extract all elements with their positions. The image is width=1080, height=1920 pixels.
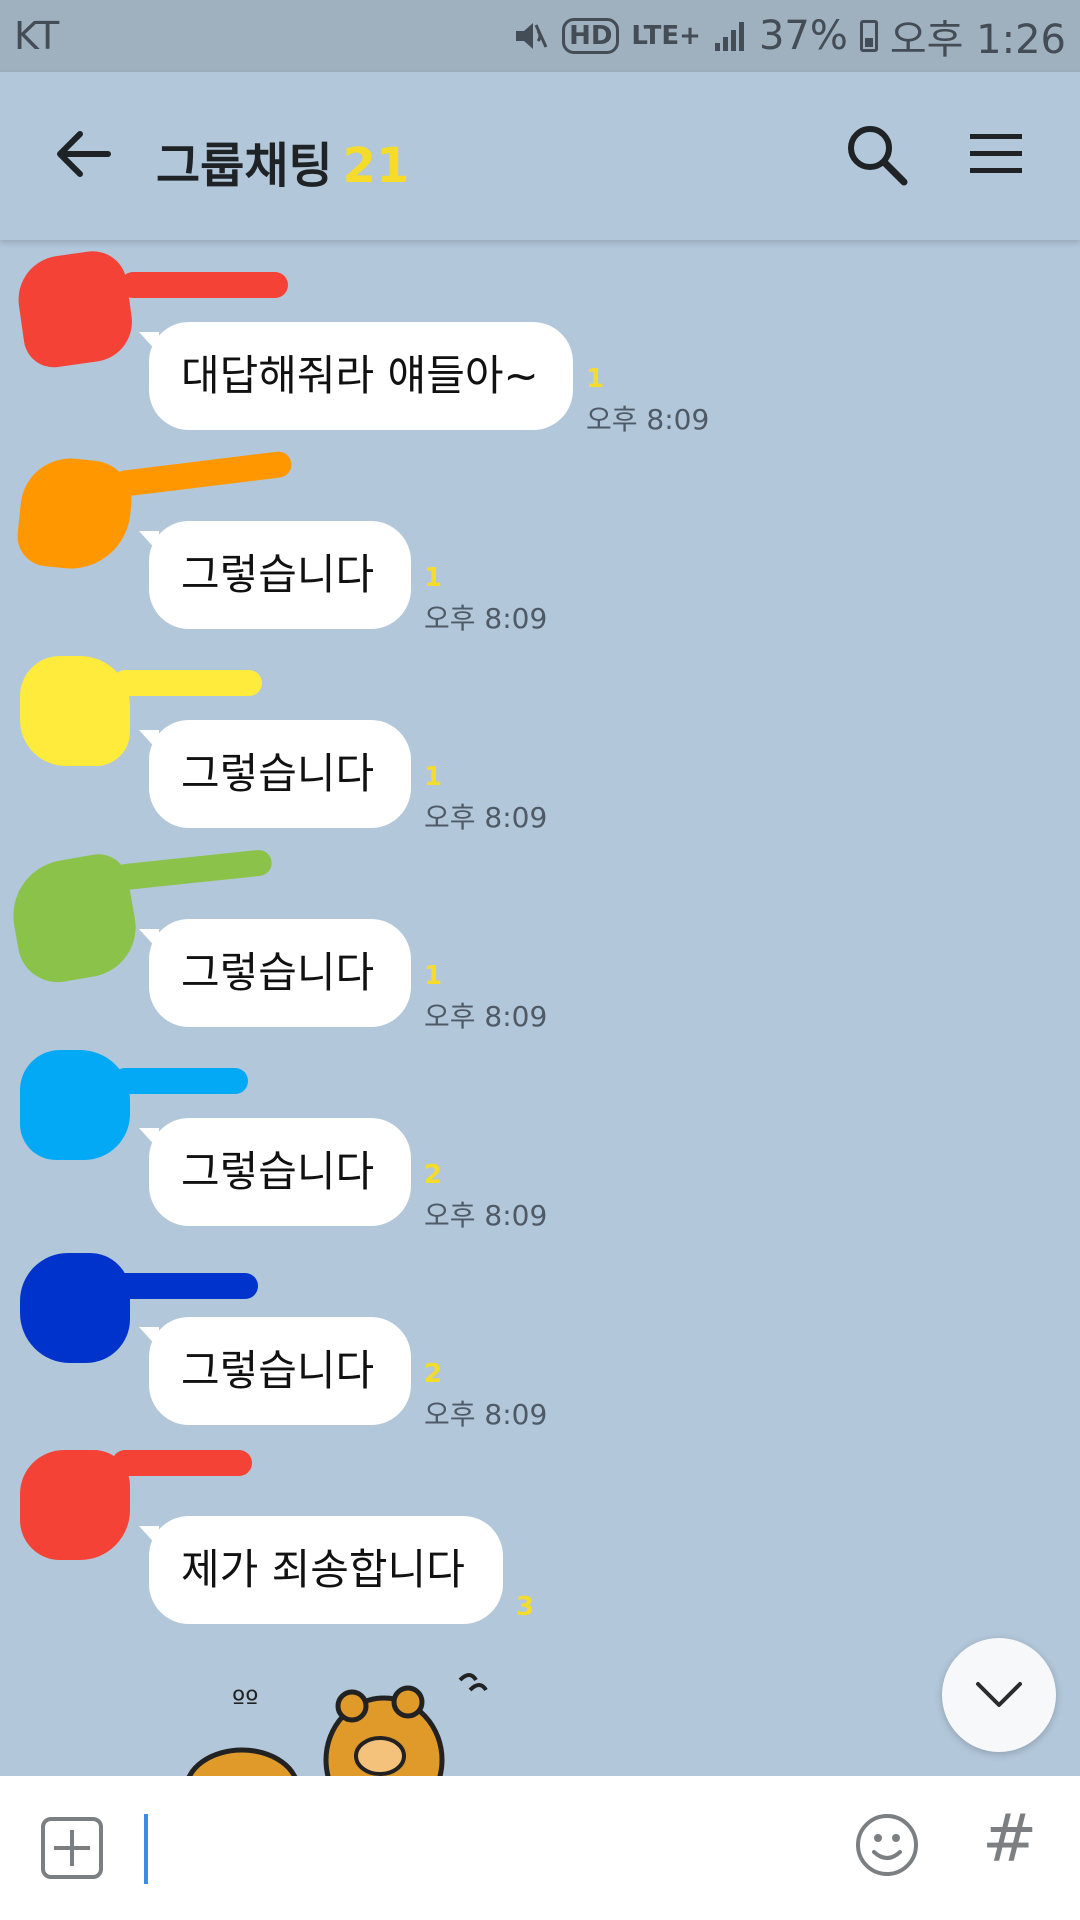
hashtag-search-button[interactable]: #: [982, 1800, 1037, 1877]
avatar[interactable]: [20, 1050, 130, 1160]
smiley-icon: [856, 1814, 918, 1876]
network-type-label: LTE+: [631, 21, 701, 51]
unread-count: 1: [586, 364, 605, 394]
message-bubble[interactable]: 그렇습니다: [139, 1317, 411, 1425]
avatar[interactable]: [20, 1253, 130, 1363]
text-cursor: [144, 1814, 148, 1884]
sender-name-redacted: [112, 670, 262, 696]
plus-icon: [41, 1817, 103, 1879]
avatar[interactable]: [12, 246, 138, 372]
unread-count: 3: [516, 1592, 535, 1622]
message-bubble[interactable]: 그렇습니다: [139, 521, 411, 629]
scroll-to-bottom-button[interactable]: [942, 1638, 1056, 1752]
message-time: 오후 8:09: [586, 403, 710, 436]
hashtag-icon: #: [982, 1800, 1038, 1877]
message-bubble[interactable]: 그렇습니다: [139, 919, 411, 1027]
chevron-down-icon: [976, 1682, 1022, 1707]
chat-title-group: 그룹채팅 21: [156, 126, 409, 196]
message-list[interactable]: 대답해줘라 얘들아~ 1 오후 8:09 그렇습니다 1 오후 8:09 그렇습…: [0, 240, 1080, 1776]
status-icons: HD LTE+ 37% 오후 1:26: [512, 7, 1066, 65]
sender-name-redacted: [120, 272, 288, 298]
bear-sticker-icon: ºº: [186, 1673, 488, 1776]
sender-name-redacted: [112, 1273, 258, 1299]
unread-count: 1: [424, 762, 443, 792]
message-bubble[interactable]: 그렇습니다: [139, 720, 411, 828]
message-bubble[interactable]: 대답해줘라 얘들아~: [139, 322, 573, 430]
chat-header: 그룹채팅 21: [0, 72, 1080, 240]
message-time: 오후 8:09: [424, 1000, 548, 1033]
back-arrow-icon: [57, 131, 111, 177]
message-input[interactable]: [140, 1806, 820, 1890]
status-bar: KT HD LTE+ 37% 오후 1:26: [0, 0, 1080, 72]
avatar[interactable]: [20, 656, 130, 766]
message-time: 오후 8:09: [424, 1199, 548, 1232]
carrier-label: KT: [14, 14, 60, 58]
mute-icon: [512, 17, 550, 55]
menu-icon: [970, 134, 1022, 173]
sender-name-redacted: [112, 1450, 252, 1476]
unread-count: 1: [424, 961, 443, 991]
message-bubble[interactable]: 그렇습니다: [139, 1118, 411, 1226]
message-input-bar: #: [0, 1776, 1080, 1920]
svg-text:ºº: ºº: [232, 1684, 258, 1717]
unread-count: 2: [424, 1359, 443, 1389]
unread-count: 1: [424, 563, 443, 593]
search-button[interactable]: [842, 120, 912, 190]
clock: 오후 1:26: [889, 17, 1066, 63]
back-button[interactable]: [52, 122, 116, 186]
search-icon: [848, 126, 908, 186]
sender-name-redacted: [111, 450, 293, 498]
sticker-image[interactable]: ºº: [170, 1660, 530, 1776]
battery-icon: [859, 20, 878, 52]
unread-count: 2: [424, 1160, 443, 1190]
sender-name-redacted: [111, 848, 273, 892]
emoticon-button[interactable]: [854, 1812, 920, 1878]
message-bubble[interactable]: 제가 죄송합니다: [139, 1516, 503, 1624]
message-time: 오후 8:09: [424, 801, 548, 834]
chat-title: 그룹채팅: [156, 138, 333, 194]
message-time: 오후 8:09: [424, 602, 548, 635]
battery-percent: 37%: [758, 13, 848, 59]
member-count: 21: [342, 138, 410, 194]
attach-button[interactable]: [40, 1816, 104, 1880]
hd-icon: HD: [562, 18, 620, 54]
message-time: 오후 8:09: [424, 1398, 548, 1431]
chat-screen: KT HD LTE+ 37% 오후 1:26 그룹채팅 21 대답해줘라 얘들아…: [0, 0, 1080, 1920]
signal-icon: [713, 19, 747, 53]
menu-button[interactable]: [966, 124, 1026, 184]
sender-name-redacted: [112, 1068, 248, 1094]
